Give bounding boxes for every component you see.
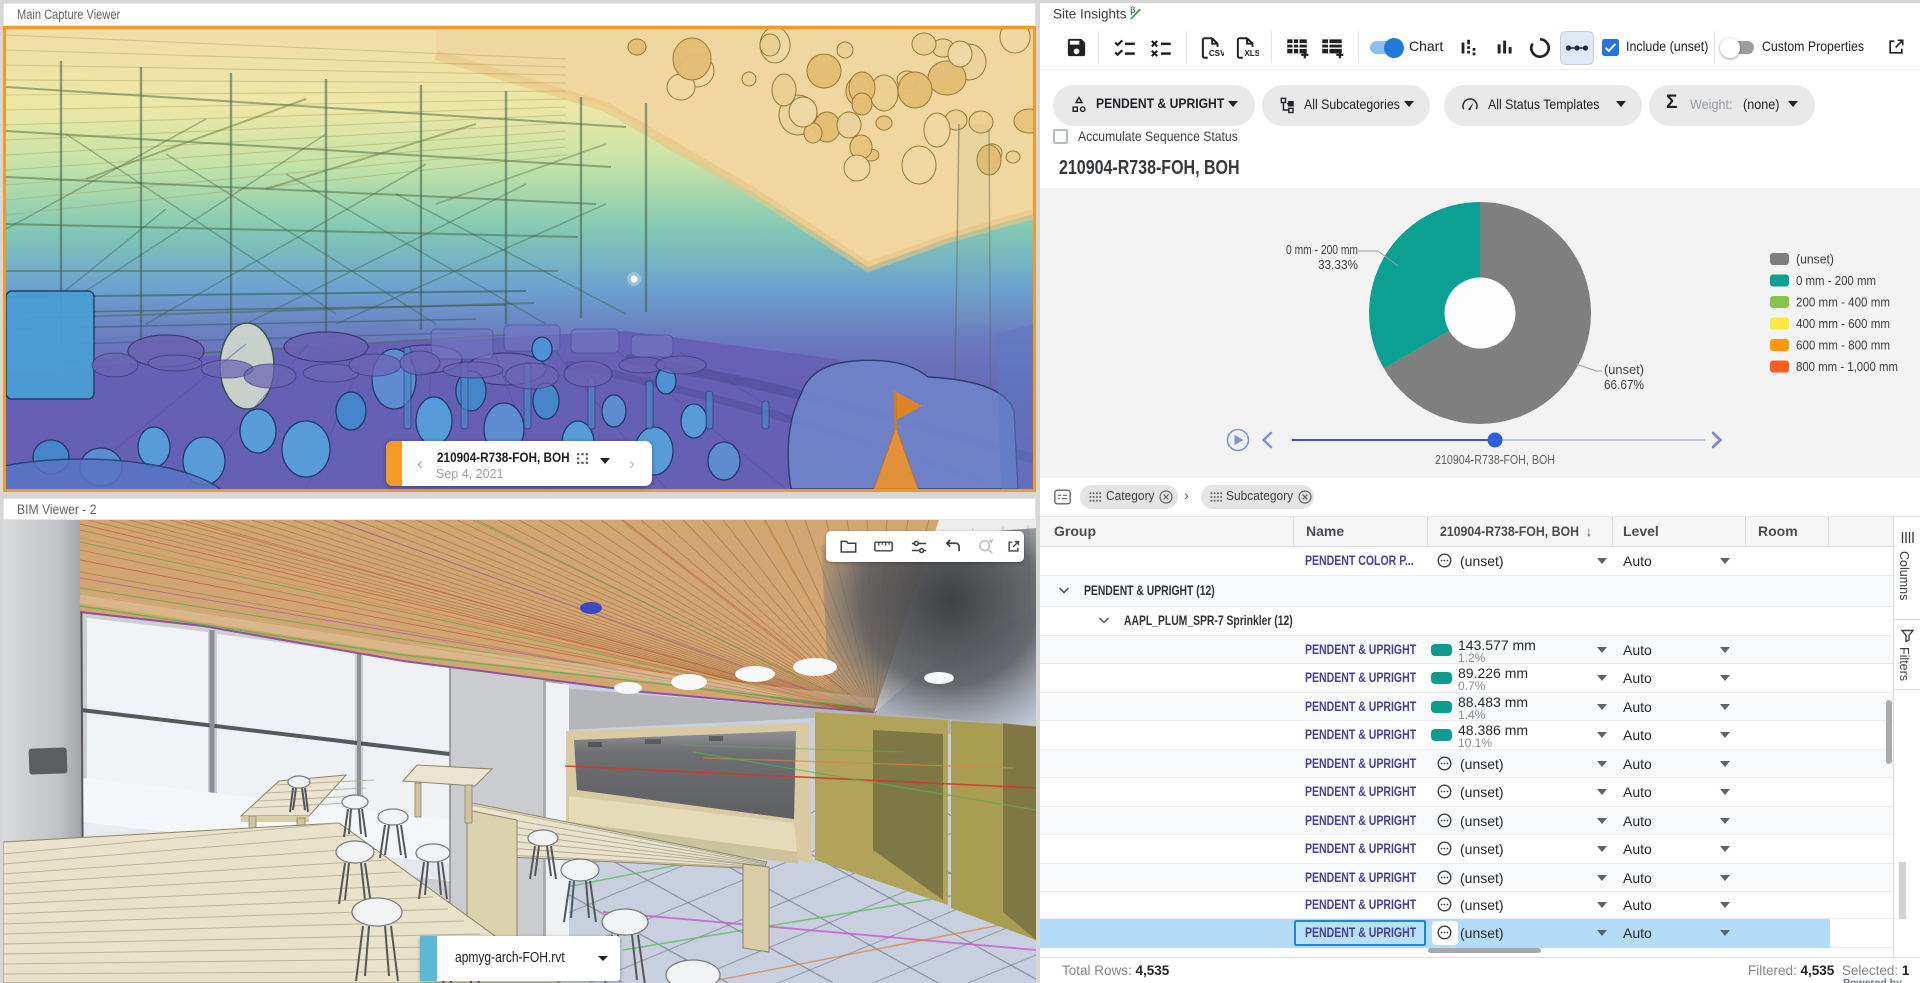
svg-text:(unset): (unset)	[1796, 252, 1834, 267]
svg-text:(unset): (unset)	[1604, 362, 1644, 377]
svg-text:XLS: XLS	[1244, 49, 1259, 58]
svg-text:210904-R738-FOH, BOH: 210904-R738-FOH, BOH	[1435, 452, 1555, 467]
svg-text:600 mm - 800 mm: 600 mm - 800 mm	[1796, 338, 1890, 353]
svg-text:66.67%: 66.67%	[1604, 377, 1644, 392]
svg-text:800 mm - 1,000 mm: 800 mm - 1,000 mm	[1796, 359, 1898, 374]
svg-text:0 mm - 200 mm: 0 mm - 200 mm	[1286, 242, 1358, 257]
svg-text:200 mm - 400 mm: 200 mm - 400 mm	[1796, 295, 1890, 310]
svg-text:0 mm - 200 mm: 0 mm - 200 mm	[1796, 273, 1876, 288]
svg-text:33.33%: 33.33%	[1318, 257, 1358, 272]
svg-text:400 mm - 600 mm: 400 mm - 600 mm	[1796, 316, 1890, 331]
svg-text:CSV: CSV	[1209, 49, 1224, 58]
